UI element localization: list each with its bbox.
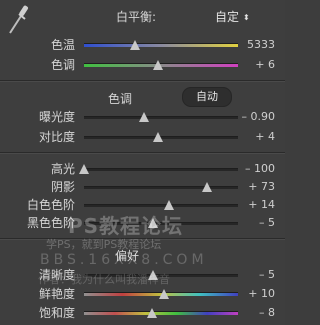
slider-row-vibrance: 鲜艳度 + 10: [0, 285, 285, 303]
slider-label-temperature: 色温: [50, 38, 75, 52]
slider-thumb-shadows[interactable]: [202, 182, 213, 192]
slider-track-clarity[interactable]: [84, 274, 238, 277]
slider-thumb-vibrance[interactable]: [159, 289, 170, 299]
slider-value-highlights[interactable]: – 100: [245, 160, 275, 178]
slider-thumb-exposure[interactable]: [139, 112, 150, 122]
white-balance-value: 自定: [215, 10, 240, 24]
slider-track-whites[interactable]: [84, 204, 238, 207]
select-arrows-icon: ⬍: [243, 13, 250, 22]
white-balance-label: 白平衡:: [116, 10, 157, 24]
presence-section-label: 偏好: [115, 249, 140, 263]
slider-value-shadows[interactable]: + 73: [248, 178, 275, 196]
slider-thumb-temperature[interactable]: [129, 40, 140, 50]
slider-value-tint[interactable]: + 6: [255, 56, 275, 74]
tone-section-label: 色调: [108, 92, 133, 106]
slider-row-exposure: 曝光度 – 0.90: [0, 108, 285, 126]
slider-label-exposure: 曝光度: [38, 110, 75, 124]
slider-row-blacks: 黑色色阶 – 5: [0, 214, 285, 232]
slider-row-tint: 色调 + 6: [0, 56, 285, 74]
slider-track-shadows[interactable]: [84, 186, 238, 189]
slider-row-clarity: 清晰度 – 5: [0, 266, 285, 284]
slider-label-shadows: 阴影: [50, 180, 75, 194]
divider: [0, 238, 285, 240]
slider-row-whites: 白色色阶 + 14: [0, 196, 285, 214]
slider-thumb-clarity[interactable]: [148, 270, 159, 280]
basic-panel: 白平衡: 自定 ⬍ 色温 5333 色调 + 6 色调 自动 曝光度 – 0.90 对比度 +…: [0, 0, 285, 325]
slider-label-tint: 色调: [50, 58, 75, 72]
slider-track-exposure[interactable]: [84, 116, 238, 119]
eyedropper-icon[interactable]: [6, 3, 30, 37]
slider-track-highlights[interactable]: [84, 168, 238, 171]
slider-label-whites: 白色色阶: [26, 198, 75, 212]
slider-value-vibrance[interactable]: + 10: [248, 285, 275, 303]
slider-row-temperature: 色温 5333: [0, 36, 285, 54]
slider-thumb-contrast[interactable]: [152, 132, 163, 142]
slider-value-saturation[interactable]: – 8: [259, 304, 275, 322]
slider-value-blacks[interactable]: – 5: [259, 214, 275, 232]
slider-thumb-saturation[interactable]: [146, 308, 157, 318]
slider-label-clarity: 清晰度: [38, 268, 75, 282]
slider-row-contrast: 对比度 + 4: [0, 128, 285, 146]
slider-value-contrast[interactable]: + 4: [255, 128, 275, 146]
slider-thumb-tint[interactable]: [152, 60, 163, 70]
slider-label-blacks: 黑色色阶: [26, 216, 75, 230]
slider-thumb-whites[interactable]: [163, 200, 174, 210]
divider: [0, 80, 285, 82]
slider-label-saturation: 饱和度: [38, 306, 75, 320]
slider-row-highlights: 高光 – 100: [0, 160, 285, 178]
slider-thumb-highlights[interactable]: [79, 164, 89, 174]
slider-value-whites[interactable]: + 14: [248, 196, 275, 214]
divider: [0, 152, 285, 154]
slider-value-clarity[interactable]: – 5: [259, 266, 275, 284]
slider-row-saturation: 饱和度 – 8: [0, 304, 285, 322]
slider-thumb-blacks[interactable]: [148, 218, 159, 228]
slider-row-shadows: 阴影 + 73: [0, 178, 285, 196]
auto-tone-button[interactable]: 自动: [182, 87, 232, 107]
slider-label-contrast: 对比度: [38, 130, 75, 144]
slider-track-blacks[interactable]: [84, 222, 238, 225]
slider-label-vibrance: 鲜艳度: [38, 287, 75, 301]
slider-value-temperature[interactable]: 5333: [247, 36, 275, 54]
slider-label-highlights: 高光: [50, 162, 75, 176]
slider-value-exposure[interactable]: – 0.90: [242, 108, 276, 126]
slider-track-temperature[interactable]: [84, 43, 238, 47]
white-balance-select[interactable]: 自定 ⬍: [215, 8, 250, 25]
slider-track-saturation[interactable]: [84, 311, 238, 315]
